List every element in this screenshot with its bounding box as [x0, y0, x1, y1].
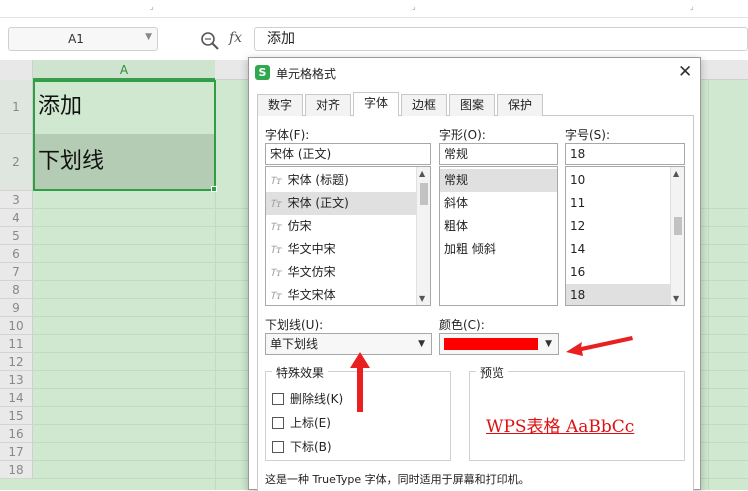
tab-bar: 数字 对齐 字体 边框 图案 保护 [257, 92, 694, 117]
row-header[interactable]: 17 [0, 443, 33, 461]
red-arrow-up-icon [350, 352, 370, 412]
row-header[interactable]: 15 [0, 407, 33, 425]
scroll-thumb[interactable] [420, 183, 428, 205]
tab-pattern[interactable]: 图案 [449, 94, 495, 116]
row-header[interactable]: 6 [0, 245, 33, 263]
row-header[interactable]: 3 [0, 191, 33, 209]
chevron-down-icon[interactable]: ▼ [145, 32, 152, 42]
font-label: 字体(F): [265, 128, 310, 142]
style-list[interactable]: 常规 斜体 粗体 加粗 倾斜 [439, 166, 558, 306]
font-input[interactable]: 宋体 (正文) [265, 143, 431, 165]
list-item[interactable]: 粗体 [440, 215, 557, 238]
fill-handle[interactable] [211, 186, 217, 192]
font-list[interactable]: Ꭲᴛ 宋体 (标题) Ꭲᴛ 宋体 (正文) Ꭲᴛ 仿宋 Ꭲᴛ 华文中宋 Ꭲᴛ 华文仿宋 Ꭲ… [265, 166, 431, 306]
strikethrough-checkbox[interactable]: 删除线(K) [272, 390, 343, 407]
column-marker: ⌟ [412, 2, 416, 11]
row-header[interactable]: 4 [0, 209, 33, 227]
underline-select-value: 单下划线 [270, 337, 319, 351]
list-item[interactable]: Ꭲᴛ 宋体 (标题) [266, 169, 416, 192]
list-item[interactable]: 加粗 倾斜 [440, 238, 557, 261]
row-header[interactable]: 7 [0, 263, 33, 281]
dialog-titlebar: S 单元格格式 ✕ [249, 58, 700, 88]
scroll-up-icon[interactable]: ▲ [673, 169, 679, 178]
subscript-checkbox[interactable]: 下标(B) [272, 438, 332, 455]
font-list-scrollbar[interactable]: ▲ ▼ [416, 167, 430, 305]
list-item[interactable]: Ꭲᴛ 华文中宋 [266, 238, 416, 261]
color-select[interactable]: ▼ [439, 333, 559, 355]
effects-group-label: 特殊效果 [272, 364, 329, 381]
red-arrow-left-icon [566, 336, 633, 356]
close-icon[interactable]: ✕ [678, 62, 692, 82]
scroll-up-icon[interactable]: ▲ [419, 169, 425, 178]
row-header[interactable]: 5 [0, 227, 33, 245]
preview-group-label: 预览 [476, 364, 509, 381]
row-header[interactable]: 14 [0, 389, 33, 407]
chevron-down-icon[interactable]: ▼ [418, 334, 425, 354]
tab-font[interactable]: 字体 [353, 92, 399, 117]
size-list-scrollbar[interactable]: ▲ ▼ [670, 167, 684, 305]
list-item[interactable]: 11 [566, 192, 670, 215]
list-item[interactable]: 16 [566, 261, 670, 284]
preview-group: 预览 WPS表格 AaBbCc [469, 364, 685, 461]
row-header[interactable]: 9 [0, 299, 33, 317]
row-header[interactable]: 18 [0, 461, 33, 479]
tab-protection[interactable]: 保护 [497, 94, 543, 116]
format-cells-dialog: S 单元格格式 ✕ 数字 对齐 字体 边框 图案 保护 字体(F): 宋体 (正… [248, 57, 701, 491]
column-strip-top: ⌟ ⌟ ⌟ [0, 0, 748, 18]
chevron-down-icon[interactable]: ▼ [545, 334, 552, 354]
scroll-down-icon[interactable]: ▼ [673, 294, 679, 303]
list-item[interactable]: 常规 [440, 169, 557, 192]
preview-text: WPS表格 AaBbCc [486, 417, 635, 437]
list-item[interactable]: Ꭲᴛ 宋体 (正文) [266, 192, 416, 215]
dialog-title: 单元格格式 [276, 67, 337, 81]
color-swatch [444, 338, 538, 350]
scroll-down-icon[interactable]: ▼ [419, 294, 425, 303]
row-header[interactable]: 11 [0, 335, 33, 353]
row-header[interactable]: 12 [0, 353, 33, 371]
column-marker: ⌟ [690, 2, 694, 11]
name-box-value: A1 [68, 32, 84, 46]
list-item[interactable]: 12 [566, 215, 670, 238]
select-all-corner[interactable] [0, 60, 33, 80]
selection-border [33, 80, 216, 191]
list-item[interactable]: 10 [566, 169, 670, 192]
formula-input[interactable]: 添加 [254, 27, 748, 51]
tab-number[interactable]: 数字 [257, 94, 303, 116]
list-item[interactable]: 18 [566, 284, 670, 305]
function-icon[interactable]: fx [229, 30, 242, 46]
grid-line [708, 80, 709, 490]
wps-logo-icon: S [255, 65, 270, 80]
style-input[interactable]: 常规 [439, 143, 558, 165]
size-input[interactable]: 18 [565, 143, 685, 165]
size-label: 字号(S): [565, 128, 611, 142]
column-marker: ⌟ [150, 2, 154, 11]
zoom-icon[interactable] [200, 31, 220, 51]
list-item[interactable]: Ꭲᴛ 仿宋 [266, 215, 416, 238]
name-box[interactable]: A1 ▼ [8, 27, 158, 51]
column-header-a[interactable]: A [33, 60, 215, 80]
font-description: 这是一种 TrueType 字体，同时适用于屏幕和打印机。 [265, 473, 530, 486]
row-header[interactable]: 2 [0, 134, 33, 191]
list-item[interactable]: 斜体 [440, 192, 557, 215]
row-header[interactable]: 8 [0, 281, 33, 299]
scroll-thumb[interactable] [674, 217, 682, 235]
formula-bar: A1 ▼ fx 添加 [0, 18, 748, 60]
underline-label: 下划线(U): [265, 318, 324, 332]
row-header[interactable]: 13 [0, 371, 33, 389]
list-item[interactable]: 14 [566, 238, 670, 261]
color-label: 颜色(C): [439, 318, 485, 332]
row-header[interactable]: 1 [0, 80, 33, 134]
style-label: 字形(O): [439, 128, 486, 142]
row-header[interactable]: 16 [0, 425, 33, 443]
list-item[interactable]: Ꭲᴛ 华文仿宋 [266, 261, 416, 284]
superscript-checkbox[interactable]: 上标(E) [272, 414, 331, 431]
row-header[interactable]: 10 [0, 317, 33, 335]
tab-border[interactable]: 边框 [401, 94, 447, 116]
size-list[interactable]: 10 11 12 14 16 18 ▲ ▼ [565, 166, 685, 306]
tab-alignment[interactable]: 对齐 [305, 94, 351, 116]
list-item[interactable]: Ꭲᴛ 华文宋体 [266, 284, 416, 305]
